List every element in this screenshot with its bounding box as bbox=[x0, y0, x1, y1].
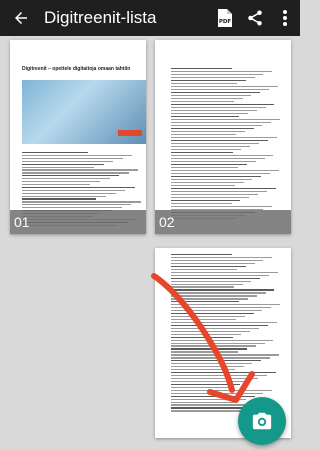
text-line bbox=[171, 197, 250, 199]
text-line bbox=[171, 68, 232, 70]
text-line bbox=[171, 173, 270, 175]
text-line bbox=[171, 83, 237, 85]
back-button[interactable] bbox=[6, 0, 36, 36]
text-line bbox=[22, 189, 126, 191]
text-line bbox=[171, 77, 255, 79]
text-line bbox=[171, 167, 239, 169]
text-line bbox=[22, 201, 141, 203]
text-line bbox=[171, 89, 269, 91]
page-1-image bbox=[22, 80, 146, 144]
text-line bbox=[22, 175, 120, 177]
pdf-button[interactable]: PDF bbox=[210, 0, 240, 36]
more-vertical-icon bbox=[283, 10, 287, 26]
text-line bbox=[22, 154, 133, 157]
text-line bbox=[171, 134, 236, 136]
text-line bbox=[171, 152, 233, 154]
page-title: Digitreenit-lista bbox=[44, 8, 157, 27]
text-line bbox=[22, 181, 100, 183]
text-line bbox=[171, 182, 244, 184]
text-line bbox=[171, 137, 277, 139]
text-line bbox=[171, 265, 246, 268]
camera-button[interactable] bbox=[238, 397, 286, 445]
overflow-menu-button[interactable] bbox=[270, 0, 300, 36]
page-thumbnail-2[interactable]: 02 bbox=[155, 40, 291, 234]
text-line bbox=[22, 166, 94, 168]
text-line bbox=[171, 164, 247, 166]
text-line bbox=[171, 203, 232, 205]
text-line bbox=[171, 104, 275, 106]
text-line bbox=[171, 206, 273, 208]
text-line bbox=[171, 179, 253, 181]
text-line bbox=[171, 194, 258, 196]
text-line bbox=[171, 122, 272, 124]
share-button[interactable] bbox=[240, 0, 270, 36]
pdf-icon-label: PDF bbox=[219, 19, 232, 25]
text-line bbox=[171, 71, 273, 73]
text-line bbox=[171, 149, 242, 151]
text-line bbox=[171, 158, 265, 160]
text-line bbox=[22, 195, 106, 197]
text-line bbox=[171, 146, 251, 148]
text-line bbox=[22, 157, 123, 160]
page-1-heading: Digitreenit – opettele digitaitoja omaan… bbox=[22, 66, 131, 72]
text-line bbox=[171, 188, 276, 190]
text-line bbox=[171, 259, 264, 262]
back-arrow-icon bbox=[15, 12, 27, 24]
text-line bbox=[22, 178, 110, 180]
text-line bbox=[171, 119, 280, 121]
text-line bbox=[171, 140, 268, 142]
text-line bbox=[171, 131, 245, 133]
text-line bbox=[171, 170, 279, 172]
text-line bbox=[171, 92, 261, 94]
text-line bbox=[171, 143, 259, 145]
text-line bbox=[22, 204, 132, 206]
text-line bbox=[171, 161, 256, 163]
text-line bbox=[171, 254, 232, 256]
text-line bbox=[171, 191, 267, 193]
text-line bbox=[22, 192, 116, 194]
text-line bbox=[171, 176, 262, 178]
text-line bbox=[171, 110, 257, 112]
page-number-label: 01 bbox=[10, 210, 146, 234]
text-line bbox=[22, 163, 104, 165]
text-line bbox=[171, 107, 266, 109]
text-line bbox=[171, 80, 246, 82]
text-line bbox=[171, 128, 254, 130]
text-line bbox=[171, 101, 234, 103]
text-line bbox=[171, 256, 273, 259]
text-line bbox=[171, 98, 243, 100]
text-line bbox=[171, 74, 264, 76]
text-line bbox=[22, 160, 114, 162]
text-line bbox=[22, 183, 91, 186]
page-thumbnail-1[interactable]: Digitreenit – opettele digitaitoja omaan… bbox=[10, 40, 146, 234]
text-line bbox=[171, 125, 263, 127]
text-line bbox=[171, 262, 255, 265]
app-bar: Digitreenit-lista PDF bbox=[0, 0, 300, 36]
text-line bbox=[171, 95, 252, 97]
text-line bbox=[22, 152, 88, 154]
text-line bbox=[22, 207, 122, 209]
text-line bbox=[22, 169, 139, 171]
share-icon bbox=[248, 10, 262, 26]
text-line bbox=[171, 86, 278, 88]
text-line bbox=[22, 186, 135, 189]
text-line bbox=[22, 172, 129, 174]
text-line bbox=[22, 198, 97, 200]
page-number-label: 02 bbox=[155, 210, 291, 234]
pdf-icon: PDF bbox=[218, 9, 232, 27]
text-line bbox=[171, 116, 240, 118]
text-line bbox=[171, 185, 235, 187]
text-line bbox=[171, 200, 241, 202]
hand-drawn-arrow-icon bbox=[151, 273, 255, 403]
text-line bbox=[171, 155, 274, 157]
text-line bbox=[171, 113, 248, 115]
camera-icon bbox=[252, 412, 272, 430]
